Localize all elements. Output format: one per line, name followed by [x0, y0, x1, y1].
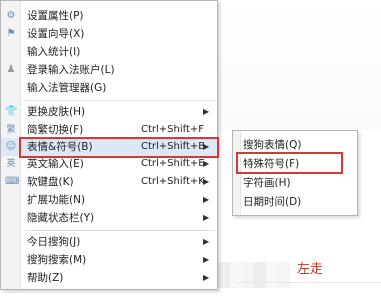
menu-item-label: 输入统计(I)	[27, 46, 81, 58]
menu-separator	[25, 230, 215, 231]
highlight-box-special-symbols	[236, 152, 343, 174]
submenu-item-label: 字符画(H)	[243, 177, 291, 189]
screenshot-stage: 左走 ⚙ 设置属性(P) ⚑ 设置向导(X) 输入统计(I) ♟ 登录输入法账户…	[0, 0, 381, 304]
submenu-arrow-icon: ▶	[203, 273, 210, 282]
menu-item-shortcut: Ctrl+Shift+K	[141, 176, 205, 187]
keyboard-icon: ⌨	[5, 176, 20, 187]
context-menu: ⚙ 设置属性(P) ⚑ 设置向导(X) 输入统计(I) ♟ 登录输入法账户(L)…	[0, 0, 219, 290]
menu-item-extensions[interactable]: 扩展功能(N) ▶	[1, 191, 217, 209]
background-page	[218, 0, 381, 130]
background-divider	[236, 282, 381, 283]
submenu-arrow-icon: ▶	[203, 213, 210, 222]
menu-item-label: 设置属性(P)	[27, 10, 84, 22]
menu-item-settings[interactable]: ⚙ 设置属性(P)	[1, 7, 217, 25]
gear-icon: ⚙	[6, 10, 16, 21]
traditional-char-icon: 繁	[6, 125, 16, 135]
smiley-icon: ☺	[5, 141, 17, 152]
user-icon: ♟	[6, 64, 16, 75]
menu-item-label: 扩展功能(N)	[27, 194, 86, 206]
menu-item-label: 隐藏状态栏(Y)	[27, 212, 95, 224]
menu-item-label: 今日搜狗(J)	[27, 236, 81, 248]
menu-item-input-stats[interactable]: 输入统计(I)	[1, 43, 217, 61]
submenu-item-date-time[interactable]: 日期时间(D)	[233, 193, 357, 211]
menu-separator	[25, 100, 215, 101]
menu-item-setup-wizard[interactable]: ⚑ 设置向导(X)	[1, 25, 217, 43]
menu-item-ime-manager[interactable]: 输入法管理器(G)	[1, 79, 217, 97]
submenu-arrow-icon: ▶	[203, 177, 210, 186]
menu-item-help[interactable]: 帮助(Z) ▶	[1, 269, 217, 287]
menu-item-label: 软键盘(K)	[27, 176, 74, 188]
highlight-box-emoji-symbols	[19, 137, 219, 158]
submenu-item-ascii-art[interactable]: 字符画(H)	[233, 174, 357, 192]
menu-item-label: 帮助(Z)	[27, 272, 64, 284]
submenu-item-label: 日期时间(D)	[243, 196, 302, 208]
menu-item-login-account[interactable]: ♟ 登录输入法账户(L)	[1, 61, 217, 79]
flag-icon: ⚑	[6, 28, 16, 39]
menu-item-today-sogou[interactable]: 今日搜狗(J) ▶	[1, 233, 217, 251]
menu-item-label: 搜狗搜索(M)	[27, 254, 87, 266]
background-link-text[interactable]: 左走	[297, 258, 323, 277]
submenu-arrow-icon: ▶	[203, 255, 210, 264]
submenu-arrow-icon: ▶	[203, 237, 210, 246]
menu-item-label: 登录输入法账户(L)	[27, 64, 115, 76]
submenu-arrow-icon: ▶	[203, 195, 210, 204]
shirt-icon: 👕	[5, 106, 18, 117]
submenu-arrow-icon: ▶	[203, 107, 210, 116]
menu-item-hide-statusbar[interactable]: 隐藏状态栏(Y) ▶	[1, 209, 217, 227]
menu-item-label: 更换皮肤(H)	[27, 106, 86, 118]
english-icon: 英	[6, 159, 16, 169]
menu-item-label: 设置向导(X)	[27, 28, 85, 40]
menu-item-change-skin[interactable]: 👕 更换皮肤(H) ▶	[1, 103, 217, 121]
menu-item-sogou-search[interactable]: 搜狗搜索(M) ▶	[1, 251, 217, 269]
menu-item-soft-keyboard[interactable]: ⌨ 软键盘(K) Ctrl+Shift+K ▶	[1, 173, 217, 191]
menu-item-label: 输入法管理器(G)	[27, 82, 107, 94]
